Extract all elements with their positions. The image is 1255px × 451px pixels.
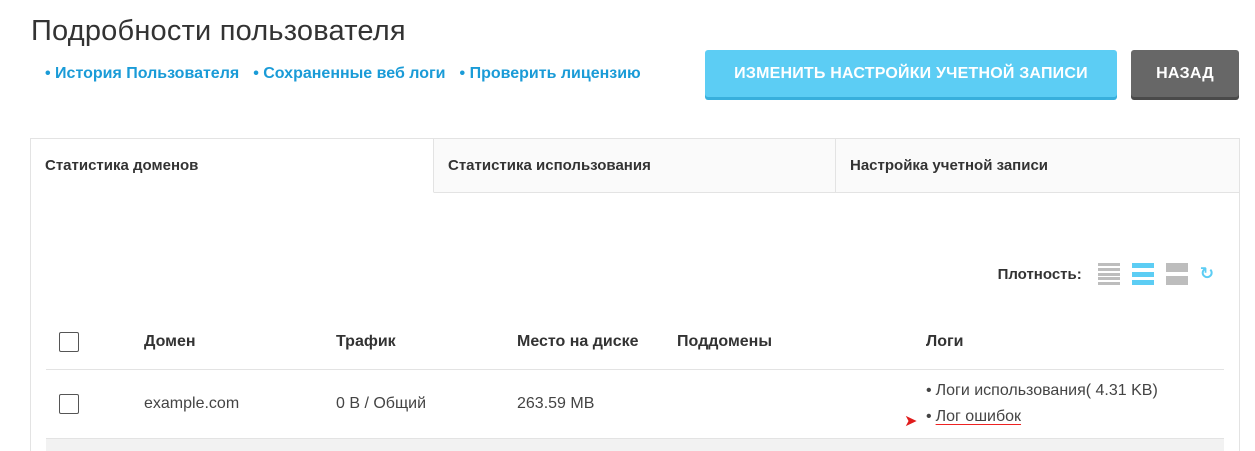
header-domain[interactable]: Домен xyxy=(144,333,336,351)
stats-panel: Статистика доменов Статистика использова… xyxy=(30,138,1240,451)
tab-usage-stats[interactable]: Статистика использования xyxy=(434,139,836,193)
table-header-row: Домен Трафик Место на диске Поддомены Ло… xyxy=(46,314,1224,370)
density-normal-icon[interactable] xyxy=(1131,263,1154,285)
usage-log-link[interactable]: Логи использования( 4.31 KB) xyxy=(936,382,1158,399)
domain-cell[interactable]: example.com xyxy=(144,395,336,413)
page-title: Подробности пользователя xyxy=(31,15,406,47)
tab-domain-stats[interactable]: Статистика доменов xyxy=(31,139,434,193)
header-logs: Логи xyxy=(926,332,964,350)
error-log-link[interactable]: Лог ошибок xyxy=(936,408,1021,425)
traffic-cell: 0 B / Общий xyxy=(336,395,426,412)
arrow-marker-icon: ➤ xyxy=(904,413,918,430)
table-row: example.com 0 B / Общий 263.59 MB • Логи … xyxy=(46,370,1224,439)
row-checkbox[interactable] xyxy=(59,394,79,414)
refresh-icon[interactable]: ↻ xyxy=(1200,264,1214,284)
density-compact-icon[interactable] xyxy=(1097,263,1120,285)
logs-cell: • Логи использования( 4.31 KB) ➤ • Лог оши… xyxy=(904,382,1158,430)
header-traffic[interactable]: Трафик xyxy=(336,333,517,351)
edit-account-settings-button[interactable]: ИЗМЕНИТЬ НАСТРОЙКИ УЧЕТНОЙ ЗАПИСИ xyxy=(705,50,1117,97)
domains-table: Домен Трафик Место на диске Поддомены Ло… xyxy=(46,314,1224,451)
disk-cell: 263.59 MB xyxy=(517,395,595,412)
user-history-link[interactable]: • История Пользователя xyxy=(45,65,239,83)
check-license-link[interactable]: • Проверить лицензию xyxy=(460,65,641,83)
density-controls: Плотность: ↻ xyxy=(998,263,1214,285)
density-label: Плотность: xyxy=(997,265,1082,283)
density-wide-icon[interactable] xyxy=(1165,263,1188,285)
user-links-nav: • История Пользователя • Сохраненные веб… xyxy=(45,65,641,83)
back-button[interactable]: НАЗАД xyxy=(1131,50,1239,97)
tab-account-settings[interactable]: Настройка учетной записи xyxy=(836,139,1239,193)
table-footer-strip xyxy=(46,439,1224,451)
header-subdomains[interactable]: Поддомены xyxy=(677,333,926,351)
tab-bar: Статистика доменов Статистика использова… xyxy=(31,139,1239,193)
saved-web-logs-link[interactable]: • Сохраненные веб логи xyxy=(253,65,445,83)
header-disk[interactable]: Место на диске xyxy=(517,333,677,351)
select-all-checkbox[interactable] xyxy=(59,331,79,352)
